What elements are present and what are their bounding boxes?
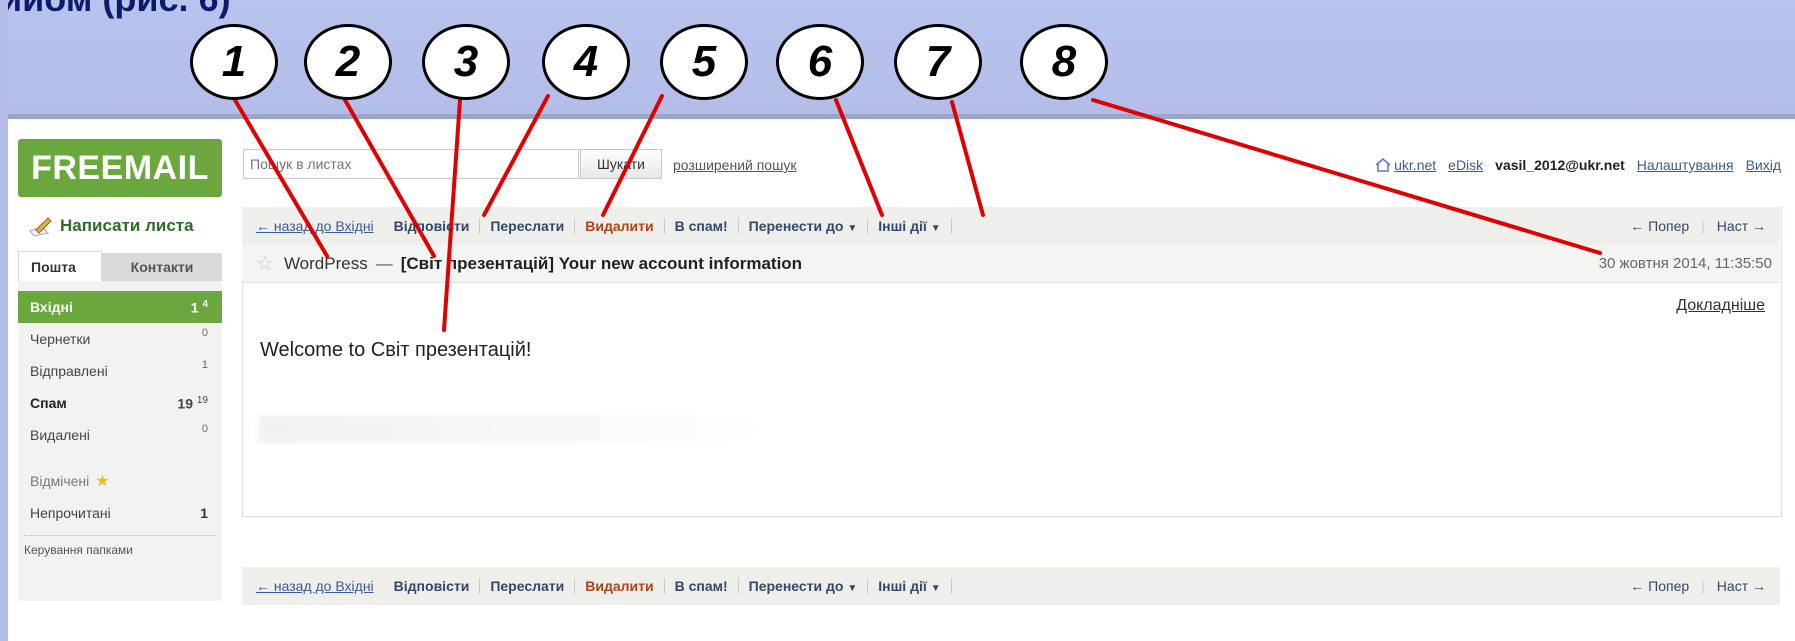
callout-6: 6 [776,24,864,100]
annotation-line-5 [601,94,664,217]
callout-7: 7 [894,24,982,100]
callout-3: 3 [422,24,510,100]
callout-4: 4 [542,24,630,100]
annotation-line-7 [950,100,985,217]
annotation-line-6 [834,98,884,217]
annotation-line-4 [482,94,550,217]
annotation-line-1 [233,98,329,258]
annotation-line-8 [1091,98,1602,255]
callout-2: 2 [304,24,392,100]
annotation-line-2 [343,98,436,258]
callout-5: 5 [660,24,748,100]
annotation-line-3 [442,98,462,332]
callout-8: 8 [1020,24,1108,100]
annotation-lines-svg [233,94,1602,332]
callout-1: 1 [190,24,278,100]
